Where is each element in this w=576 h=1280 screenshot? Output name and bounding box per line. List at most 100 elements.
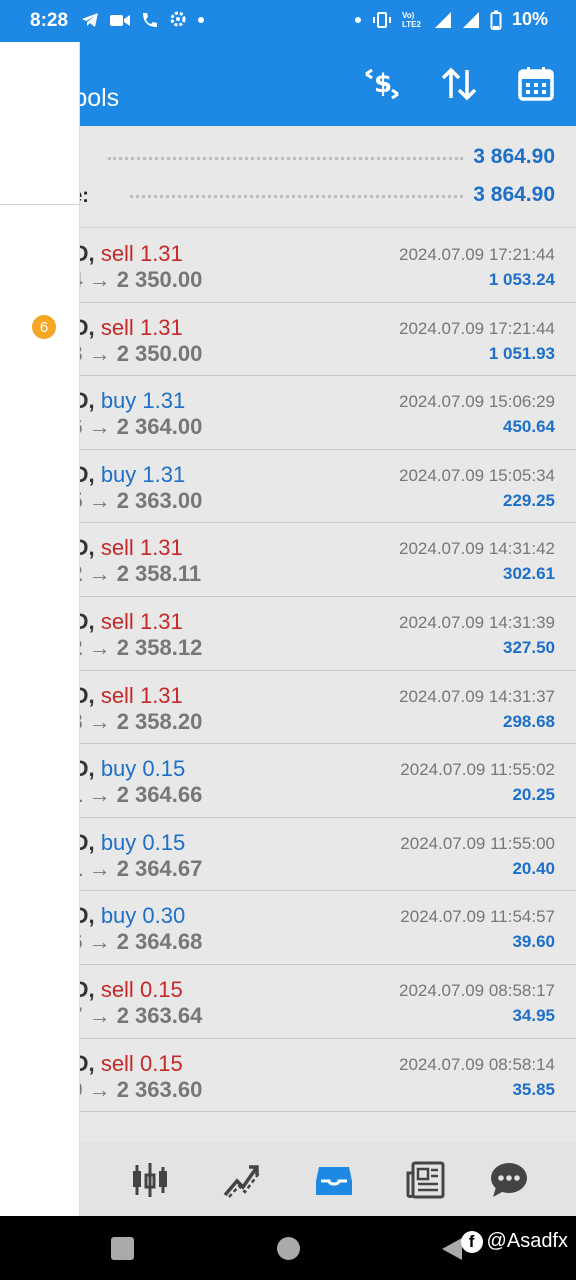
deal-side: buy 0.30 [101, 903, 185, 928]
deal-row[interactable]: SD, sell 1.3104 → 2 350.002024.07.09 17:… [0, 229, 576, 303]
network-type: Vo) LTE2 [401, 10, 421, 29]
notification-icons [80, 10, 206, 30]
deal-volume: 1.31 [139, 535, 183, 561]
recent-apps-button[interactable] [111, 1237, 134, 1260]
deal-side: sell 1.31 [101, 241, 183, 266]
leader-dots [130, 195, 463, 199]
deal-side-text: sell [100, 535, 134, 561]
deal-side: sell 1.31 [101, 315, 183, 340]
deal-profit: 1 051.93 [488, 343, 555, 363]
deal-side: sell 1.31 [101, 535, 183, 560]
deal-side: sell 1.31 [101, 683, 183, 708]
nav-quotes[interactable] [128, 1158, 172, 1202]
deal-volume: 1.31 [142, 461, 186, 487]
deal-side-text: buy [100, 388, 137, 414]
deal-time: 2024.07.09 14:31:42 [399, 539, 555, 559]
video-icon [110, 15, 130, 26]
deal-time: 2024.07.09 15:06:29 [399, 392, 555, 412]
summary-value: 3 864.90 [473, 145, 555, 168]
deal-profit: 327.50 [503, 637, 555, 657]
summary-value: 3 864.90 [473, 183, 555, 206]
deal-time: 2024.07.09 17:21:44 [399, 245, 555, 264]
deal-side: sell 0.15 [101, 977, 183, 1002]
deal-volume: 1.31 [139, 682, 183, 708]
deal-side-text: sell [100, 682, 134, 708]
deal-side: buy 0.15 [101, 756, 185, 781]
deal-row[interactable]: SD, sell 0.1597 → 2 363.642024.07.09 08:… [0, 964, 576, 1039]
missed-call-icon [143, 13, 157, 27]
deal-row[interactable]: SD, buy 1.3125 → 2 363.002024.07.09 15:0… [0, 449, 576, 524]
app-bar: y ymbols $ [0, 42, 576, 126]
home-button[interactable] [277, 1237, 300, 1260]
deal-row[interactable]: SD, sell 1.3142 → 2 358.112024.07.09 14:… [0, 523, 576, 597]
signal-icon [462, 11, 479, 28]
watermark-handle: @Asadfx [486, 1230, 568, 1252]
deal-side-text: sell [100, 1050, 134, 1076]
deal-row[interactable]: SD, buy 0.3036 → 2 364.682024.07.09 11:5… [0, 891, 576, 965]
facebook-logo-icon: f [460, 1230, 483, 1253]
drawer-divider [0, 204, 80, 205]
deal-side-text: sell [100, 608, 134, 634]
candlestick-icon [133, 1163, 167, 1197]
deal-side-text: sell [100, 241, 134, 266]
notification-badge: 6 [32, 315, 56, 339]
deal-side: sell 1.31 [101, 609, 183, 634]
nav-chart[interactable] [220, 1158, 264, 1202]
deal-row[interactable]: SD, sell 1.3103 → 2 350.002024.07.09 17:… [0, 302, 576, 377]
deal-time: 2024.07.09 11:55:02 [400, 760, 555, 780]
settings-gear-icon [170, 11, 186, 27]
summary-row: ce: 3 864.90 [0, 181, 576, 211]
deal-time: 2024.07.09 17:21:44 [399, 318, 555, 338]
deal-time: 2024.07.09 11:55:00 [400, 833, 555, 853]
deal-row[interactable]: SD, sell 1.3148 → 2 358.202024.07.09 14:… [0, 670, 576, 745]
telegram-icon [82, 13, 98, 27]
battery-level: 10% [511, 9, 548, 29]
deal-row[interactable]: SD, sell 1.3162 → 2 358.122024.07.09 14:… [0, 596, 576, 671]
app-screen: 8:28 Vo) LTE2 10% y ymbols $ [0, 0, 576, 1280]
deal-volume: 1.31 [142, 388, 186, 414]
deal-side-text: buy [100, 461, 137, 487]
chat-bubble-icon [491, 1163, 527, 1197]
calendar-button[interactable] [516, 64, 556, 104]
deal-volume: 0.15 [142, 829, 186, 855]
deal-side-text: buy [100, 829, 137, 855]
deal-row[interactable]: SD, buy 1.3156 → 2 364.002024.07.09 15:0… [0, 376, 576, 450]
deal-row[interactable]: SD, buy 0.1531 → 2 364.662024.07.09 11:5… [0, 744, 576, 818]
sort-arrows-icon [441, 67, 477, 101]
svg-text:$: $ [374, 69, 392, 99]
account-summary: 3 864.90 ce: 3 864.90 [0, 126, 576, 228]
summary-row: 3 864.90 [0, 143, 576, 173]
currency-exchange-button[interactable]: $ [362, 64, 402, 104]
deal-side-text: buy [100, 756, 137, 782]
deal-volume: 0.15 [139, 976, 183, 1002]
deal-time: 2024.07.09 14:31:39 [399, 612, 555, 632]
newspaper-icon [406, 1161, 445, 1199]
deal-time: 2024.07.09 15:05:34 [399, 465, 555, 485]
deal-side: sell 0.15 [101, 1051, 183, 1076]
deal-side: buy 0.15 [101, 830, 185, 855]
nav-messages[interactable] [487, 1158, 531, 1202]
deal-profit: 302.61 [503, 564, 555, 584]
nav-news[interactable] [404, 1158, 448, 1202]
deal-profit: 229.25 [503, 490, 555, 510]
calendar-icon [518, 67, 554, 101]
deal-row[interactable]: SD, buy 0.1531 → 2 364.672024.07.09 11:5… [0, 817, 576, 892]
sort-button[interactable] [439, 64, 479, 104]
inbox-tray-icon [316, 1167, 352, 1195]
status-time: 8:28 [30, 10, 69, 31]
currency-exchange-icon: $ [365, 68, 399, 100]
deal-row[interactable]: SD, sell 0.1599 → 2 363.602024.07.09 08:… [0, 1038, 576, 1113]
status-bar: 8:28 Vo) LTE2 10% [0, 0, 576, 42]
deal-volume: 0.15 [142, 756, 186, 782]
side-drawer[interactable]: 6 [0, 42, 80, 1216]
trend-chart-icon [223, 1165, 261, 1198]
nav-history[interactable] [312, 1158, 356, 1202]
deals-list: SD, sell 1.3104 → 2 350.002024.07.09 17:… [0, 229, 576, 1113]
deal-volume: 1.31 [139, 241, 183, 266]
deal-profit: 1 053.24 [488, 270, 555, 289]
deal-profit: 39.60 [512, 932, 555, 952]
deal-profit: 20.25 [512, 785, 555, 805]
watermark: f @Asadfx [460, 1230, 568, 1253]
bottom-nav [0, 1142, 576, 1216]
system-indicators: Vo) LTE2 10% [354, 9, 548, 30]
